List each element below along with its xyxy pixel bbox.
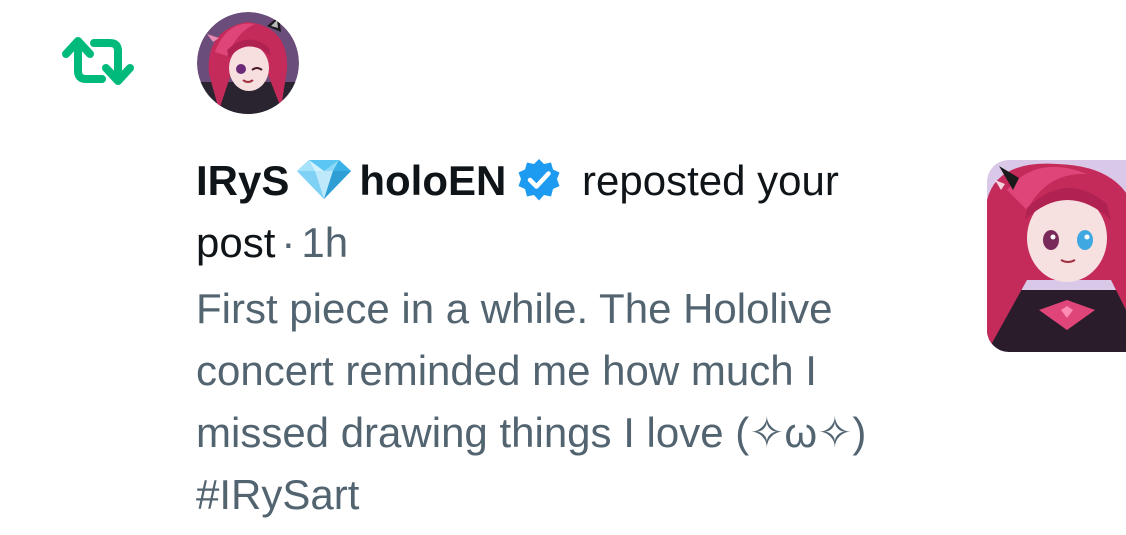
gem-icon (297, 160, 352, 199)
notification-header: IRyS holoEN reposted your post · 1h (196, 150, 936, 274)
timestamp[interactable]: 1h (301, 219, 348, 266)
repost-icon (62, 37, 134, 85)
display-name[interactable]: IRyS (196, 157, 289, 204)
action-text: reposted your (582, 157, 839, 204)
handle-suffix[interactable]: holoEN (359, 157, 506, 204)
post-thumbnail[interactable] (987, 160, 1126, 352)
repost-notification[interactable]: IRyS holoEN reposted your post · 1h First … (0, 0, 1126, 535)
separator-dot: · (281, 219, 296, 266)
object-text: post (196, 219, 276, 266)
avatar[interactable] (197, 12, 299, 114)
verified-badge-icon (518, 159, 560, 201)
post-text[interactable]: First piece in a while. The Hololive con… (196, 278, 956, 526)
